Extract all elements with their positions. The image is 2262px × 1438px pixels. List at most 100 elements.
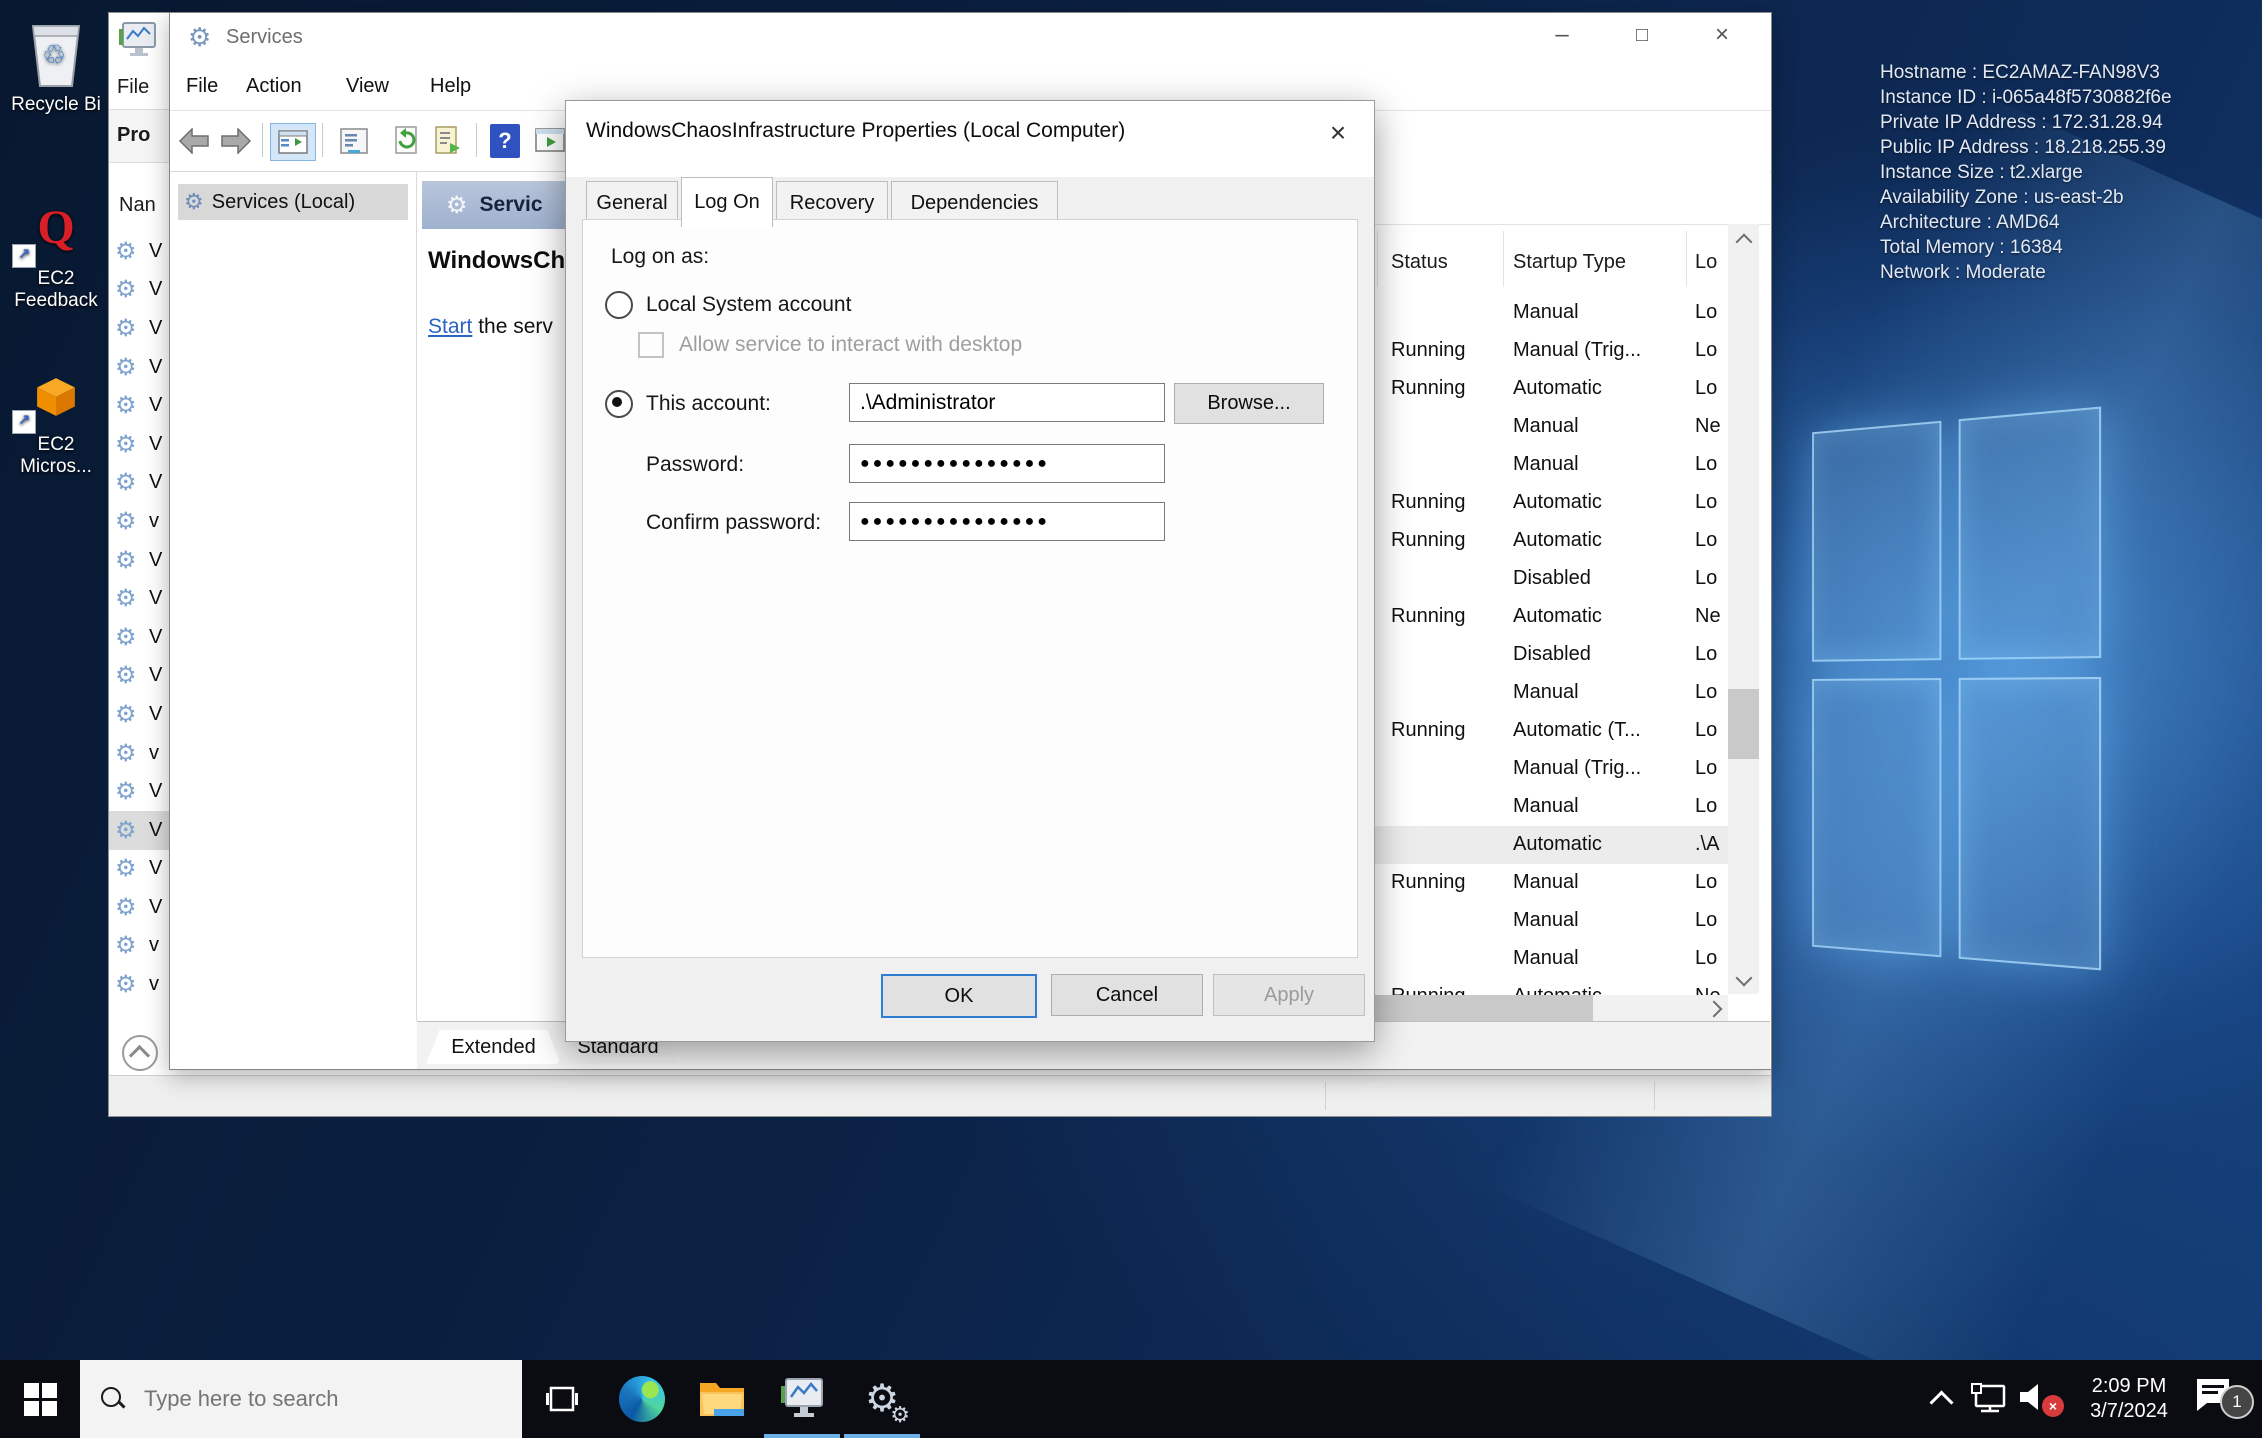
table-row[interactable]: ManualLo [1374,902,1728,940]
menu-help[interactable]: Help [430,75,471,98]
table-row[interactable]: RunningManual (Trig...Lo [1374,332,1728,370]
help-icon[interactable]: ? [484,123,526,159]
service-list-item[interactable]: ⚙V [109,579,171,618]
menu-file[interactable]: File [186,75,218,98]
network-icon[interactable] [1968,1382,2008,1416]
export-list-icon[interactable] [428,123,470,159]
service-list-item[interactable]: ⚙v [109,927,171,966]
refresh-icon[interactable] [386,123,428,159]
scroll-right-icon[interactable] [1706,1001,1723,1018]
action-center-button[interactable]: 1 [2194,1377,2246,1421]
service-list-item[interactable]: ⚙V [109,464,171,503]
interact-desktop-checkbox[interactable] [638,332,664,358]
minimize-button[interactable]: – [1530,13,1594,57]
table-row[interactable]: RunningAutomaticNe [1374,598,1728,636]
horizontal-scrollbar-thumb[interactable] [1374,995,1593,1021]
service-list-item[interactable]: ⚙V [109,772,171,811]
table-row[interactable]: Manual (Trig...Lo [1374,750,1728,788]
properties-icon[interactable] [332,123,376,159]
task-view-button[interactable] [522,1360,602,1438]
services-window-titlebar[interactable]: ⚙ Services – □ × [170,13,1771,66]
horizontal-scrollbar[interactable] [1374,995,1728,1021]
account-input[interactable] [849,383,1165,422]
table-row[interactable]: RunningAutomaticLo [1374,522,1728,560]
column-header-logon-as[interactable]: Lo [1695,251,1717,274]
close-button[interactable]: × [1690,13,1754,57]
dialog-close-icon[interactable]: × [1316,111,1360,155]
table-row[interactable]: ManualLo [1374,294,1728,332]
show-console-tree-icon[interactable] [270,123,316,161]
edge-taskbar-button[interactable] [602,1360,682,1438]
table-row[interactable]: ManualLo [1374,674,1728,712]
volume-muted-icon[interactable]: × [2018,1381,2064,1417]
service-list-item[interactable]: ⚙V [109,618,171,657]
start-service-icon[interactable] [530,123,570,159]
tree-item-services-local[interactable]: ⚙ Services (Local) [178,184,408,220]
tab-recovery[interactable]: Recovery [776,181,888,224]
scroll-down-icon[interactable] [1736,970,1753,987]
column-header-startup-type[interactable]: Startup Type [1513,251,1626,274]
service-list-item[interactable]: ⚙v [109,965,171,1004]
table-row[interactable]: ManualLo [1374,788,1728,826]
desktop-icon-ec2-microsoft[interactable]: ↗ EC2 Micros... [4,376,108,478]
start-button[interactable] [0,1360,80,1438]
collapse-chevron-button[interactable] [122,1035,158,1071]
table-row-selected[interactable]: Automatic.\A [1374,826,1728,864]
service-list-item[interactable]: ⚙v [109,734,171,773]
service-list-item[interactable]: ⚙V [109,348,171,387]
this-account-radio[interactable] [605,390,633,418]
table-row[interactable]: DisabledLo [1374,636,1728,674]
service-list-item-selected[interactable]: ⚙V [109,811,171,850]
service-list-item[interactable]: ⚙V [109,232,171,271]
back-icon[interactable] [174,123,214,159]
tab-dependencies[interactable]: Dependencies [891,181,1058,224]
table-row[interactable]: DisabledLo [1374,560,1728,598]
service-list-item[interactable]: ⚙V [109,850,171,889]
taskbar-clock[interactable]: 2:09 PM 3/7/2024 [2074,1374,2184,1424]
service-list-item[interactable]: ⚙V [109,888,171,927]
service-list-item[interactable]: ⚙V [109,657,171,696]
table-row[interactable]: RunningAutomatic (T...Lo [1374,712,1728,750]
dialog-titlebar[interactable]: WindowsChaosInfrastructure Properties (L… [566,101,1374,177]
properties-dialog[interactable]: WindowsChaosInfrastructure Properties (L… [565,100,1375,1042]
cancel-button[interactable]: Cancel [1051,974,1203,1016]
table-row[interactable]: RunningAutomaticLo [1374,370,1728,408]
taskbar-search[interactable] [80,1360,522,1438]
menu-action[interactable]: Action [246,75,302,98]
desktop-icon-ec2-feedback[interactable]: Q ↗ EC2 Feedback [4,206,108,312]
table-row[interactable]: RunningAutomaticLo [1374,484,1728,522]
service-list-item[interactable]: ⚙V [109,541,171,580]
search-input[interactable] [142,1385,476,1413]
start-service-link[interactable]: Start [428,315,472,338]
service-list-item[interactable]: ⚙v [109,502,171,541]
background-window-name-column-header[interactable]: Nan [119,194,156,217]
perfmon-taskbar-button[interactable] [762,1360,842,1438]
column-header-status[interactable]: Status [1391,251,1448,274]
background-window-toolbar-text[interactable]: Pro [117,124,150,147]
maximize-button[interactable]: □ [1610,13,1674,57]
apply-button[interactable]: Apply [1213,974,1365,1016]
local-system-radio[interactable] [605,291,633,319]
menu-view[interactable]: View [346,75,389,98]
password-input[interactable] [849,444,1165,483]
ok-button[interactable]: OK [881,974,1037,1018]
table-row[interactable]: ManualLo [1374,940,1728,978]
table-row[interactable]: RunningManualLo [1374,864,1728,902]
background-window-file-menu[interactable]: File [117,76,149,99]
tray-expand-icon[interactable] [1929,1390,1953,1414]
vertical-scrollbar-thumb[interactable] [1728,689,1759,759]
services-taskbar-button[interactable]: ⚙ ⚙ [842,1360,922,1438]
scroll-up-icon[interactable] [1736,234,1753,251]
file-explorer-taskbar-button[interactable] [682,1360,762,1438]
vertical-scrollbar[interactable] [1728,224,1759,994]
service-list-item[interactable]: ⚙V [109,271,171,310]
service-list-item[interactable]: ⚙V [109,695,171,734]
service-list-item[interactable]: ⚙V [109,309,171,348]
browse-button[interactable]: Browse... [1174,383,1324,424]
tab-log-on[interactable]: Log On [681,177,773,227]
tab-general[interactable]: General [586,181,678,224]
desktop-icon-recycle-bin[interactable]: ♲ Recycle Bi [4,16,108,116]
forward-icon[interactable] [216,123,256,159]
service-list-item[interactable]: ⚙V [109,425,171,464]
table-row[interactable]: ManualNe [1374,408,1728,446]
